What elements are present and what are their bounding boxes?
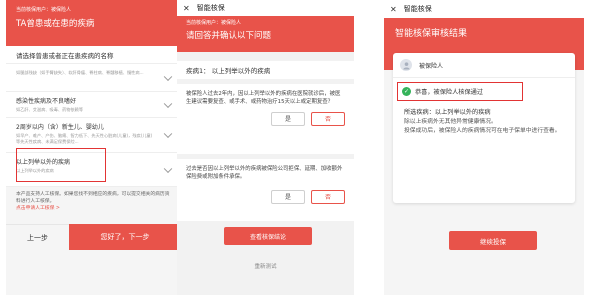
manual-review-link[interactable]: 点击申请人工核保 > — [16, 206, 60, 211]
list-item-disease-1[interactable]: 如腿部残缺（如手臂缺失）、软肝骨瘤、脊柱病、脊髓移植、慢性病... — [6, 64, 181, 92]
page-title: 请回答并确认以下问题 — [186, 31, 272, 41]
answer-group: 是 否 — [186, 112, 345, 127]
detail-line: 除以上疾病外无其他异常健康情况。 — [404, 118, 497, 125]
next-button[interactable]: 您好了，下一步 — [69, 224, 181, 250]
current-user-label: 当前核保用户：被保险人 — [16, 7, 72, 13]
list-item-desc: 如早产、难产、产伤、脑瘫、智力低下、先天性心脏病(儿童)，残疾(儿童)等先天性疾… — [16, 133, 153, 144]
phone-screen-result: ✕ 智能核保 智能核保审核结果 被保险人 ✓ 恭喜，被保险人核保通过 所选疾病：… — [384, 0, 584, 295]
user-icon — [402, 61, 410, 70]
no-button[interactable]: 否 — [311, 190, 345, 205]
current-user-label: 当前核保用户：被保险人 — [186, 20, 242, 26]
nav-bar: ✕ 智能核保 — [177, 0, 354, 16]
retest-link[interactable]: 重新测试 — [177, 262, 354, 270]
yes-button[interactable]: 是 — [271, 112, 305, 127]
result-status: ✓ 恭喜，被保险人核保通过 — [397, 82, 523, 101]
section-title: 请选择曾患或者正在患疾病的名称 — [6, 46, 181, 64]
question-text: 过去是否因以上列举以外的疾病被保险公司拒保、延期、加收额外保险费或附加条件承保。 — [186, 166, 343, 181]
insured-label: 被保险人 — [419, 62, 444, 70]
page-title: 智能核保审核结果 — [395, 29, 468, 39]
avatar — [400, 59, 412, 71]
illness-label: 疾病1： 以上列举以外的疾病 — [177, 61, 354, 79]
yes-button[interactable]: 是 — [271, 190, 305, 205]
no-button[interactable]: 否 — [311, 112, 345, 127]
question-text: 被保险人过去2年内，因以上列举以外的疾病在医院就诊后，被医生建议需要复查、或手术… — [186, 91, 341, 106]
list-item-desc: 如乙肝、艾滋病、吸毒、药物依赖等 — [16, 107, 84, 112]
phone-screen-questions: ✕ 智能核保 当前核保用户：被保险人 请回答并确认以下问题 疾病1： 以上列举以… — [177, 0, 354, 295]
prev-button[interactable]: 上一步 — [6, 224, 69, 250]
view-result-button[interactable]: 查看核保结论 — [224, 227, 312, 245]
header-banner: 当前核保用户：被保险人 TA曾患或在患的疾病 — [6, 0, 181, 46]
list-item-title: 2周岁以内（含）新生儿、婴幼儿 — [16, 124, 104, 131]
result-text: 恭喜，被保险人核保通过 — [415, 89, 484, 96]
list-item-disease-2[interactable]: 感染性疾病及不良嗜好 如乙肝、艾滋病、吸毒、药物依赖等 — [6, 92, 181, 118]
list-item-title: 感染性疾病及不良嗜好 — [16, 98, 77, 105]
manual-review-note: 本产品支持人工核保。如果您找不到相应的疾病，可以提交相关的病历资料进行人工核保。… — [6, 187, 181, 227]
result-card: 被保险人 ✓ 恭喜，被保险人核保通过 所选疾病：以上列举以外的疾病 除以上疾病外… — [393, 53, 575, 250]
header-banner: 当前核保用户：被保险人 请回答并确认以下问题 — [177, 16, 354, 52]
detail-heading: 所选疾病：以上列举以外的疾病 — [404, 109, 491, 116]
close-icon[interactable]: ✕ — [183, 4, 190, 13]
question-card-1: 被保险人过去2年内，因以上列举以外的疾病在医院就诊后，被医生建议需要复查、或手术… — [177, 84, 354, 154]
continue-button[interactable]: 继续投保 — [449, 231, 537, 250]
highlight-box — [16, 148, 106, 182]
detail-line: 投保成功后，被保险人的疾病情况可在电子保单中进行查看。 — [404, 128, 561, 135]
question-card-2: 过去是否因以上列举以外的疾病被保险公司拒保、延期、加收额外保险费或附加条件承保。… — [177, 159, 354, 221]
nav-title: 智能核保 — [403, 5, 432, 13]
bottom-buttons: 上一步 您好了，下一步 — [6, 224, 181, 250]
check-icon: ✓ — [402, 87, 411, 96]
close-icon[interactable]: ✕ — [390, 5, 397, 14]
nav-title: 智能核保 — [196, 4, 225, 12]
answer-group: 是 否 — [186, 190, 345, 205]
note-text: 本产品支持人工核保。如果您找不到相应的疾病，可以提交相关的病历资料进行人工核保。 — [16, 192, 170, 204]
insured-row: 被保险人 — [393, 53, 575, 78]
nav-bar: ✕ 智能核保 — [384, 0, 584, 18]
result-detail: 所选疾病：以上列举以外的疾病 除以上疾病外无其他异常健康情况。 投保成功后，被保… — [404, 108, 568, 136]
page-title: TA曾患或在患的疾病 — [16, 19, 95, 29]
phone-screen-disease-select: 当前核保用户：被保险人 TA曾患或在患的疾病 请选择曾患或者正在患疾病的名称 如… — [6, 0, 181, 295]
list-item-desc: 如腿部残缺（如手臂缺失）、软肝骨瘤、脊柱病、脊髓移植、慢性病... — [16, 70, 144, 75]
